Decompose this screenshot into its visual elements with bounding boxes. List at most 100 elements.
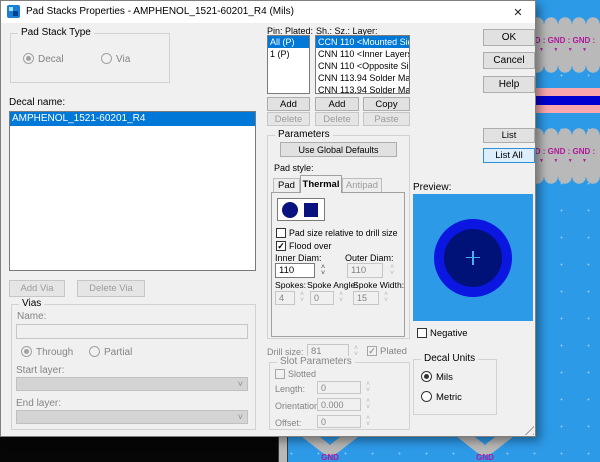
slotted-label: Slotted [288, 369, 316, 379]
list-all-button[interactable]: List All [483, 148, 535, 163]
pin-delete-button[interactable]: Delete [267, 112, 310, 126]
delete-via-button[interactable]: Delete Via [77, 280, 145, 297]
group-label: Decal Units [421, 353, 478, 364]
list-item[interactable]: CNN 113.94 Solder Mask Bo [316, 84, 409, 94]
partial-radio[interactable] [89, 346, 100, 357]
pad-stacks-properties-dialog: Pad Stacks Properties - AMPHENOL_1521-60… [0, 0, 536, 437]
length-field[interactable]: 0 [317, 381, 361, 394]
start-layer-combo[interactable]: ˅ [16, 377, 248, 391]
orientation-spinner[interactable]: ˄˅ [363, 398, 373, 411]
spoke-width-label: Spoke Width: [353, 280, 404, 290]
list-all-label: List All [495, 150, 522, 161]
decal-name-label: Decal name: [9, 97, 65, 108]
layer-add-button[interactable]: Add [315, 97, 359, 111]
list-item[interactable]: 1 (P) [268, 48, 309, 60]
close-button[interactable]: ✕ [501, 1, 535, 23]
through-radio[interactable] [21, 346, 32, 357]
pad-shape-swatch[interactable] [277, 198, 325, 221]
layer-list[interactable]: CCN 110 <Mounted Side> CNN 110 <Inner La… [315, 35, 410, 94]
delete-via-label: Delete Via [89, 283, 133, 294]
spoke-angle-field[interactable]: 0 [310, 291, 334, 305]
end-layer-combo[interactable]: ˅ [16, 410, 248, 424]
check-icon: ✓ [368, 346, 376, 356]
layer-copy-button[interactable]: Copy [363, 97, 410, 111]
outer-diam-spinner[interactable]: ˄˅ [387, 263, 397, 278]
decal-radio[interactable] [23, 53, 34, 64]
layer-delete-button[interactable]: Delete [315, 112, 359, 126]
list-item[interactable]: All (P) [268, 36, 309, 48]
resize-grip[interactable] [521, 422, 534, 435]
offset-spinner[interactable]: ˄˅ [363, 415, 373, 428]
tab-antipad[interactable]: Antipad [342, 178, 382, 193]
outer-diam-field[interactable]: 110 [347, 263, 383, 278]
orientation-field[interactable]: 0.000 [317, 398, 361, 411]
title-bar: Pad Stacks Properties - AMPHENOL_1521-60… [1, 1, 535, 23]
offset-field[interactable]: 0 [317, 415, 361, 428]
spoke-angle-spinner[interactable]: ˄˅ [336, 291, 346, 305]
gnd-net-label: GND [453, 453, 517, 462]
pin-add-button[interactable]: Add [267, 97, 310, 111]
inner-diam-spinner[interactable]: ˄˅ [318, 263, 328, 278]
plated-checkbox[interactable]: ✓ [367, 346, 377, 356]
ok-label: OK [502, 32, 516, 43]
screen: D : GND : GND : ▼ ▼ ▼ ▼ D : GND : GND : … [0, 0, 600, 462]
check-icon: ✓ [277, 241, 285, 251]
mils-radio[interactable] [421, 371, 432, 382]
offset-label: Offset: [275, 418, 301, 428]
vertical-trace [278, 437, 288, 462]
via-radio[interactable] [101, 53, 112, 64]
list-button[interactable]: List [483, 128, 535, 143]
circle-shape-icon [282, 202, 298, 218]
tab-thermal[interactable]: Thermal [300, 175, 342, 193]
list-item[interactable]: AMPHENOL_1521-60201_R4 [10, 112, 255, 126]
layer-add-label: Add [329, 99, 346, 110]
metric-radio[interactable] [421, 391, 432, 402]
add-via-button[interactable]: Add Via [9, 280, 65, 297]
plated-label: Plated [380, 346, 407, 357]
pin-add-label: Add [280, 99, 297, 110]
spinner-down-icon: ˅ [300, 298, 304, 304]
gnd-net-label: GND [298, 453, 362, 462]
flood-over-checkbox[interactable]: ✓ [276, 241, 286, 251]
list-item[interactable]: CNN 110 <Inner Layers> [316, 48, 409, 60]
use-global-defaults-button[interactable]: Use Global Defaults [280, 142, 397, 157]
list-item[interactable]: CNN 110 <Opposite Side> [316, 60, 409, 72]
trace-navy [530, 96, 600, 105]
design-area-black [0, 437, 278, 462]
outer-diam-label: Outer Diam: [345, 253, 394, 263]
group-label: Vias [19, 298, 44, 309]
group-label: Parameters [275, 129, 333, 140]
end-layer-label: End layer: [16, 398, 61, 409]
spoke-width-field[interactable]: 15 [353, 291, 379, 305]
decal-name-list[interactable]: AMPHENOL_1521-60201_R4 [9, 111, 256, 271]
via-name-label: Name: [17, 311, 46, 322]
spokes-spinner[interactable]: ˄˅ [297, 291, 307, 305]
spoke-angle-label: Spoke Angle: [307, 280, 358, 290]
via-name-field[interactable] [16, 324, 248, 339]
layer-paste-button[interactable]: Paste [363, 112, 410, 126]
ok-button[interactable]: OK [483, 29, 535, 46]
pin-list[interactable]: All (P) 1 (P) [267, 35, 310, 94]
decal-radio-label: Decal [38, 54, 64, 65]
help-button[interactable]: Help [483, 76, 535, 93]
preview-crosshair [472, 251, 474, 265]
list-item[interactable]: CCN 110 <Mounted Side> [316, 36, 409, 48]
tab-antipad-label: Antipad [346, 180, 378, 191]
app-icon [7, 5, 20, 18]
pad-size-relative-checkbox[interactable] [276, 228, 286, 238]
tab-pad[interactable]: Pad [273, 178, 300, 193]
negative-checkbox[interactable] [417, 328, 427, 338]
list-label: List [502, 130, 517, 141]
via-radio-label: Via [116, 54, 130, 65]
length-spinner[interactable]: ˄˅ [363, 381, 373, 394]
list-item[interactable]: CNN 113.94 Solder Mask To [316, 72, 409, 84]
copper-plane-band: D : GND : GND : ▼ ▼ ▼ ▼ [530, 135, 600, 177]
dialog-title: Pad Stacks Properties - AMPHENOL_1521-60… [26, 6, 294, 17]
spokes-field[interactable]: 4 [275, 291, 295, 305]
spinner-down-icon: ˅ [321, 271, 325, 277]
slotted-checkbox[interactable] [275, 369, 285, 379]
tab-pad-label: Pad [278, 180, 295, 191]
inner-diam-field[interactable]: 110 [275, 263, 315, 278]
spoke-width-spinner[interactable]: ˄˅ [381, 291, 391, 305]
cancel-button[interactable]: Cancel [483, 52, 535, 69]
